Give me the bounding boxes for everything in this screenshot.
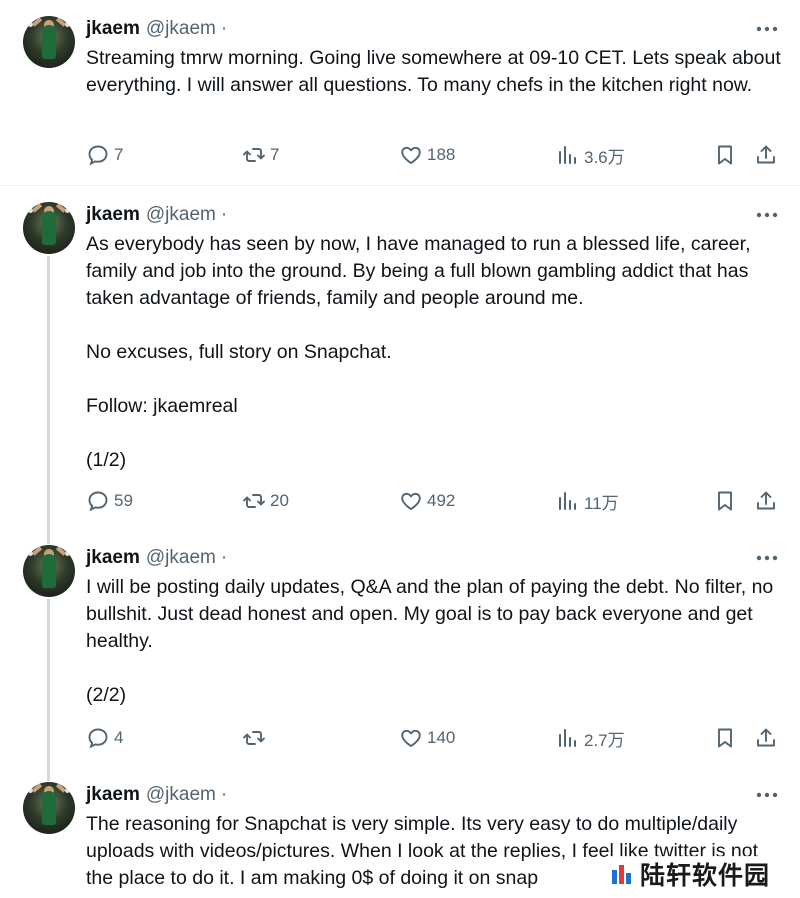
separator-dot: ·: [220, 547, 228, 568]
like-count: 188: [427, 145, 456, 164]
share-button[interactable]: [754, 724, 778, 752]
author-name[interactable]: jkaem: [86, 547, 140, 569]
tweet-header: jkaem @jkaem ·: [86, 17, 227, 41]
retweet-button[interactable]: [242, 724, 270, 752]
avatar[interactable]: [23, 545, 75, 597]
tweet-actions: 7 7 188 3.6万: [86, 141, 786, 169]
views-bar-icon: [559, 729, 576, 747]
reply-icon: [88, 728, 108, 749]
retweet-count: 7: [270, 145, 280, 164]
tweet-2[interactable]: jkaem @jkaem · As everybody has seen by …: [0, 186, 800, 544]
views-count: 11万: [584, 493, 619, 513]
more-dots-icon[interactable]: [752, 546, 782, 570]
watermark: 陆轩软件园: [606, 856, 777, 892]
views-button[interactable]: 11万: [556, 487, 619, 515]
like-button[interactable]: 492: [399, 487, 455, 515]
heart-icon: [401, 492, 421, 510]
share-button[interactable]: [754, 487, 778, 515]
author-name[interactable]: jkaem: [86, 18, 140, 40]
bookmark-button[interactable]: [713, 487, 737, 515]
heart-icon: [401, 146, 421, 164]
avatar[interactable]: [23, 782, 75, 834]
like-button[interactable]: 188: [399, 141, 455, 169]
share-icon: [757, 145, 775, 164]
tweet-1[interactable]: jkaem @jkaem · Streaming tmrw morning. G…: [0, 0, 800, 185]
views-bar-icon: [559, 492, 576, 510]
like-button[interactable]: 140: [399, 724, 455, 752]
views-count: 2.7万: [584, 730, 625, 750]
bookmark-button[interactable]: [713, 724, 737, 752]
share-icon: [757, 728, 775, 747]
tweet-text: As everybody has seen by now, I have man…: [86, 233, 751, 471]
retweet-count: 20: [270, 491, 289, 510]
views-button[interactable]: 2.7万: [556, 724, 625, 752]
bookmark-icon: [718, 491, 732, 511]
avatar[interactable]: [23, 202, 75, 254]
more-dots-icon[interactable]: [752, 783, 782, 807]
watermark-text: 陆轩软件园: [640, 861, 771, 890]
reply-count: 7: [114, 145, 124, 164]
separator-dot: ·: [220, 204, 228, 225]
thread-line: [47, 256, 50, 544]
share-icon: [757, 491, 775, 510]
tweet-header: jkaem @jkaem ·: [86, 546, 227, 570]
reply-count: 4: [114, 728, 124, 747]
share-button[interactable]: [754, 141, 778, 169]
thread-line: [47, 599, 50, 781]
like-count: 492: [427, 491, 456, 510]
retweet-icon: [243, 148, 265, 162]
more-dots-icon[interactable]: [752, 203, 782, 227]
tweet-text: I will be posting daily updates, Q&A and…: [86, 576, 774, 706]
separator-dot: ·: [220, 784, 228, 805]
reply-button[interactable]: 7: [86, 141, 123, 169]
reply-button[interactable]: 59: [86, 487, 133, 515]
watermark-logo-icon: [610, 862, 634, 886]
like-count: 140: [427, 728, 456, 747]
reply-button[interactable]: 4: [86, 724, 123, 752]
tweet-actions: 4 140 2.7万: [86, 724, 786, 752]
author-handle[interactable]: @jkaem: [146, 547, 216, 569]
author-handle[interactable]: @jkaem: [146, 784, 216, 806]
retweet-button[interactable]: 20: [242, 487, 289, 515]
views-bar-icon: [559, 146, 576, 164]
tweet-3[interactable]: jkaem @jkaem · I will be posting daily u…: [0, 529, 800, 781]
more-dots-icon[interactable]: [752, 17, 782, 41]
bookmark-icon: [718, 728, 732, 748]
views-button[interactable]: 3.6万: [556, 141, 625, 169]
reply-icon: [88, 145, 108, 166]
bookmark-icon: [718, 145, 732, 165]
tweet-header: jkaem @jkaem ·: [86, 203, 227, 227]
reply-count: 59: [114, 491, 133, 510]
tweet-actions: 59 20 492 11万: [86, 487, 786, 515]
retweet-icon: [243, 731, 265, 745]
retweet-button[interactable]: 7: [242, 141, 279, 169]
tweet-text: Streaming tmrw morning. Going live somew…: [86, 47, 781, 96]
author-name[interactable]: jkaem: [86, 784, 140, 806]
author-handle[interactable]: @jkaem: [146, 204, 216, 226]
retweet-icon: [243, 494, 265, 508]
views-count: 3.6万: [584, 147, 625, 167]
tweet-header: jkaem @jkaem ·: [86, 783, 227, 807]
heart-icon: [401, 729, 421, 747]
avatar[interactable]: [23, 16, 75, 68]
separator-dot: ·: [220, 18, 228, 39]
reply-icon: [88, 491, 108, 512]
bookmark-button[interactable]: [713, 141, 737, 169]
author-handle[interactable]: @jkaem: [146, 18, 216, 40]
author-name[interactable]: jkaem: [86, 204, 140, 226]
